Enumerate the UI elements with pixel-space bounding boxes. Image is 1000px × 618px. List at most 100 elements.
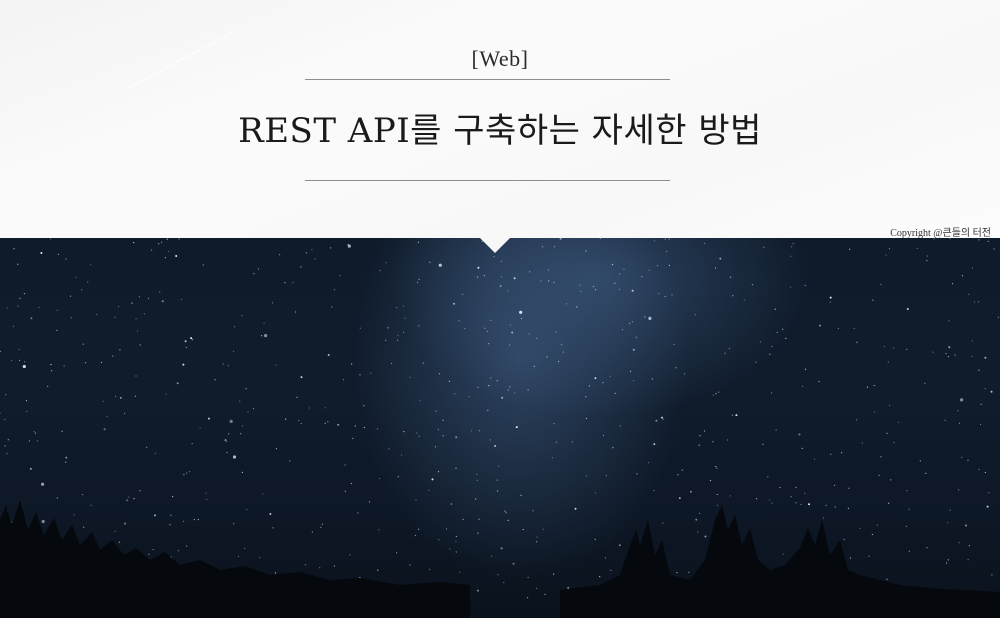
star	[13, 248, 15, 250]
star	[169, 524, 171, 526]
star	[808, 503, 810, 506]
star	[390, 362, 393, 365]
star	[644, 316, 646, 318]
star	[631, 321, 634, 323]
star	[880, 456, 882, 458]
star	[804, 368, 807, 370]
star	[396, 552, 398, 554]
star	[331, 306, 333, 308]
star	[50, 238, 52, 240]
star	[188, 471, 191, 473]
star	[240, 433, 242, 435]
star	[503, 581, 505, 584]
star	[993, 248, 995, 250]
star	[565, 303, 568, 305]
star	[547, 269, 550, 271]
star	[50, 364, 52, 366]
star	[585, 417, 588, 420]
star	[507, 290, 509, 292]
star	[23, 293, 25, 295]
star	[245, 388, 247, 390]
star	[501, 396, 504, 399]
star	[509, 386, 511, 388]
star	[585, 475, 588, 477]
star	[119, 396, 122, 399]
star	[553, 246, 556, 248]
star	[906, 308, 909, 310]
star	[385, 339, 387, 341]
star	[370, 372, 372, 374]
star	[379, 270, 381, 272]
star	[948, 320, 950, 322]
star	[961, 456, 963, 458]
star	[729, 495, 731, 497]
star	[775, 429, 777, 431]
star	[24, 361, 26, 363]
star	[916, 247, 918, 249]
star	[385, 262, 387, 264]
star	[887, 361, 889, 363]
star	[233, 523, 235, 525]
star	[69, 295, 72, 297]
star	[527, 389, 529, 391]
star	[855, 419, 858, 421]
star	[275, 364, 277, 366]
star	[477, 532, 479, 534]
star	[782, 328, 784, 330]
star	[183, 520, 185, 522]
star	[829, 296, 832, 299]
star	[968, 293, 970, 295]
star	[82, 343, 84, 345]
star	[988, 492, 990, 494]
star	[321, 523, 323, 525]
star	[535, 587, 538, 589]
post-title: REST API를 구축하는 자세한 방법	[238, 111, 762, 151]
star	[112, 355, 114, 357]
star	[599, 576, 601, 578]
star	[172, 496, 174, 498]
star	[632, 348, 635, 351]
star	[437, 429, 439, 431]
star	[868, 555, 870, 557]
star	[594, 538, 596, 540]
star	[264, 334, 268, 338]
star	[548, 280, 550, 282]
star	[334, 289, 336, 291]
star	[19, 359, 21, 361]
star	[229, 419, 233, 423]
star	[668, 264, 671, 266]
star	[704, 535, 707, 538]
star	[133, 498, 135, 500]
star	[337, 423, 340, 426]
star	[418, 278, 420, 280]
star	[296, 396, 298, 398]
star	[759, 341, 762, 343]
star	[520, 494, 522, 496]
star	[671, 294, 673, 296]
star	[161, 241, 163, 243]
star	[804, 284, 806, 287]
star	[133, 242, 135, 244]
star	[100, 361, 103, 364]
star	[542, 246, 544, 248]
star	[0, 412, 1, 414]
star	[238, 555, 240, 557]
star	[275, 448, 277, 450]
star	[333, 565, 335, 567]
star	[168, 250, 170, 253]
star	[536, 337, 538, 339]
star	[676, 572, 678, 574]
star	[415, 499, 417, 501]
star	[57, 253, 60, 255]
star	[926, 255, 928, 257]
star	[118, 305, 120, 307]
star	[170, 514, 172, 516]
star	[843, 538, 845, 541]
star	[143, 313, 145, 315]
star	[908, 550, 910, 552]
star	[872, 299, 874, 301]
star	[154, 452, 156, 454]
star	[519, 310, 523, 314]
star	[551, 457, 553, 459]
star	[183, 474, 185, 476]
